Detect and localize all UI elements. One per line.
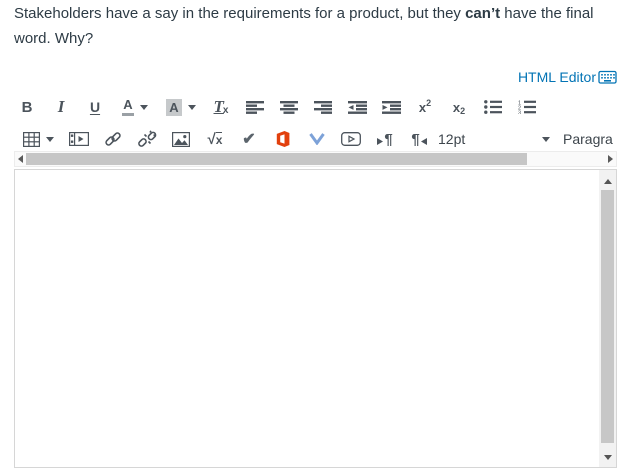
link-button[interactable]: [96, 126, 130, 152]
question-text-segment: Stakeholders have a say in the requireme…: [14, 5, 466, 22]
horizontal-scroll-thumb[interactable]: [26, 153, 527, 165]
numbered-list-button[interactable]: 1 2 3: [510, 94, 544, 120]
chevron-down-icon: [139, 104, 148, 110]
office365-icon: [276, 131, 290, 147]
toolbar-horizontal-scrollbar[interactable]: [14, 151, 617, 167]
right-to-left-button[interactable]: ¶: [402, 126, 436, 152]
ltr-paragraph-icon: ¶: [384, 130, 393, 148]
superscript-icon: x: [418, 99, 427, 115]
bold-button[interactable]: B: [10, 94, 44, 120]
html-editor-link[interactable]: HTML Editor: [518, 69, 617, 85]
indent-button[interactable]: [374, 94, 408, 120]
record-media-icon: [69, 132, 89, 146]
equation-icon-x: x: [215, 131, 223, 147]
outdent-button[interactable]: [340, 94, 374, 120]
text-color-icon: A: [122, 98, 134, 116]
clear-formatting-button[interactable]: Tx: [204, 94, 238, 120]
toolbar-row-1: B I U A A Tx x 2 x 2 1 2 3: [10, 93, 544, 121]
font-size-value: 12pt: [438, 131, 466, 147]
record-media-button[interactable]: [62, 126, 96, 152]
paragraph-format-dropdown[interactable]: Paragra: [563, 125, 613, 153]
font-size-dropdown[interactable]: 12pt: [438, 125, 550, 153]
outdent-icon: [347, 100, 367, 114]
bullet-list-button[interactable]: [476, 94, 510, 120]
scroll-up-arrow-icon[interactable]: [603, 179, 612, 184]
vertical-scroll-thumb[interactable]: [601, 190, 614, 443]
svg-text:3: 3: [518, 110, 521, 114]
underline-icon: U: [89, 99, 101, 115]
background-color-icon: A: [166, 98, 182, 116]
scroll-right-arrow-icon[interactable]: [608, 155, 613, 163]
paragraph-format-value: Paragra: [563, 131, 613, 147]
table-button[interactable]: [14, 126, 62, 152]
link-icon: [105, 132, 121, 146]
scroll-left-arrow-icon[interactable]: [18, 155, 23, 163]
subscript-icon: x: [452, 99, 461, 115]
align-left-button[interactable]: [238, 94, 272, 120]
indent-icon: [381, 100, 401, 114]
align-center-button[interactable]: [272, 94, 306, 120]
scroll-down-arrow-icon[interactable]: [603, 455, 612, 460]
chevron-down-icon: [542, 136, 550, 142]
subscript-button[interactable]: x2: [442, 94, 476, 120]
bullet-list-icon: [484, 100, 502, 114]
html-editor-link-label: HTML Editor: [517, 69, 596, 85]
image-button[interactable]: [164, 126, 198, 152]
align-center-icon: [280, 100, 298, 114]
keyboard-icon: [598, 70, 617, 84]
background-color-button[interactable]: A: [158, 94, 204, 120]
checkmark-icon: ✔: [242, 131, 256, 148]
unlink-button[interactable]: [130, 126, 164, 152]
office365-button[interactable]: [266, 126, 300, 152]
image-icon: [172, 131, 190, 147]
clear-formatting-icon-x: x: [222, 105, 229, 116]
rtl-paragraph-icon: ¶: [411, 130, 420, 148]
video-embed-button[interactable]: [334, 126, 368, 152]
text-color-button[interactable]: A: [112, 94, 158, 120]
chevron-down-icon: [45, 136, 54, 142]
superscript-icon-2: 2: [426, 98, 432, 108]
table-icon: [22, 131, 40, 147]
rtl-arrow-icon: [420, 137, 427, 145]
editor-content-area[interactable]: [14, 169, 617, 468]
external-tool-check-button[interactable]: ✔: [232, 126, 266, 152]
align-left-icon: [246, 100, 264, 114]
v-tool-button[interactable]: [300, 126, 334, 152]
ltr-arrow-icon: [377, 137, 384, 145]
question-text: Stakeholders have a say in the requireme…: [14, 1, 615, 51]
toolbar-row-2: √ x ✔ ¶ ¶: [14, 125, 436, 153]
italic-icon: I: [57, 97, 65, 116]
v-tool-icon: [309, 133, 325, 145]
video-embed-icon: [341, 132, 361, 146]
subscript-icon-2: 2: [460, 106, 466, 116]
equation-icon: √: [207, 130, 216, 148]
unlink-icon: [137, 130, 156, 147]
superscript-button[interactable]: x2: [408, 94, 442, 120]
editor-vertical-scrollbar[interactable]: [599, 170, 616, 467]
equation-button[interactable]: √ x: [198, 126, 232, 152]
chevron-down-icon: [187, 104, 196, 110]
align-right-icon: [314, 100, 332, 114]
quiz-question-editor: Stakeholders have a say in the requireme…: [0, 0, 622, 473]
bold-icon: B: [21, 98, 33, 116]
align-right-button[interactable]: [306, 94, 340, 120]
numbered-list-icon: 1 2 3: [518, 100, 536, 114]
italic-button[interactable]: I: [44, 94, 78, 120]
question-bold-word: can’t: [465, 5, 501, 22]
underline-button[interactable]: U: [78, 94, 112, 120]
left-to-right-button[interactable]: ¶: [368, 126, 402, 152]
